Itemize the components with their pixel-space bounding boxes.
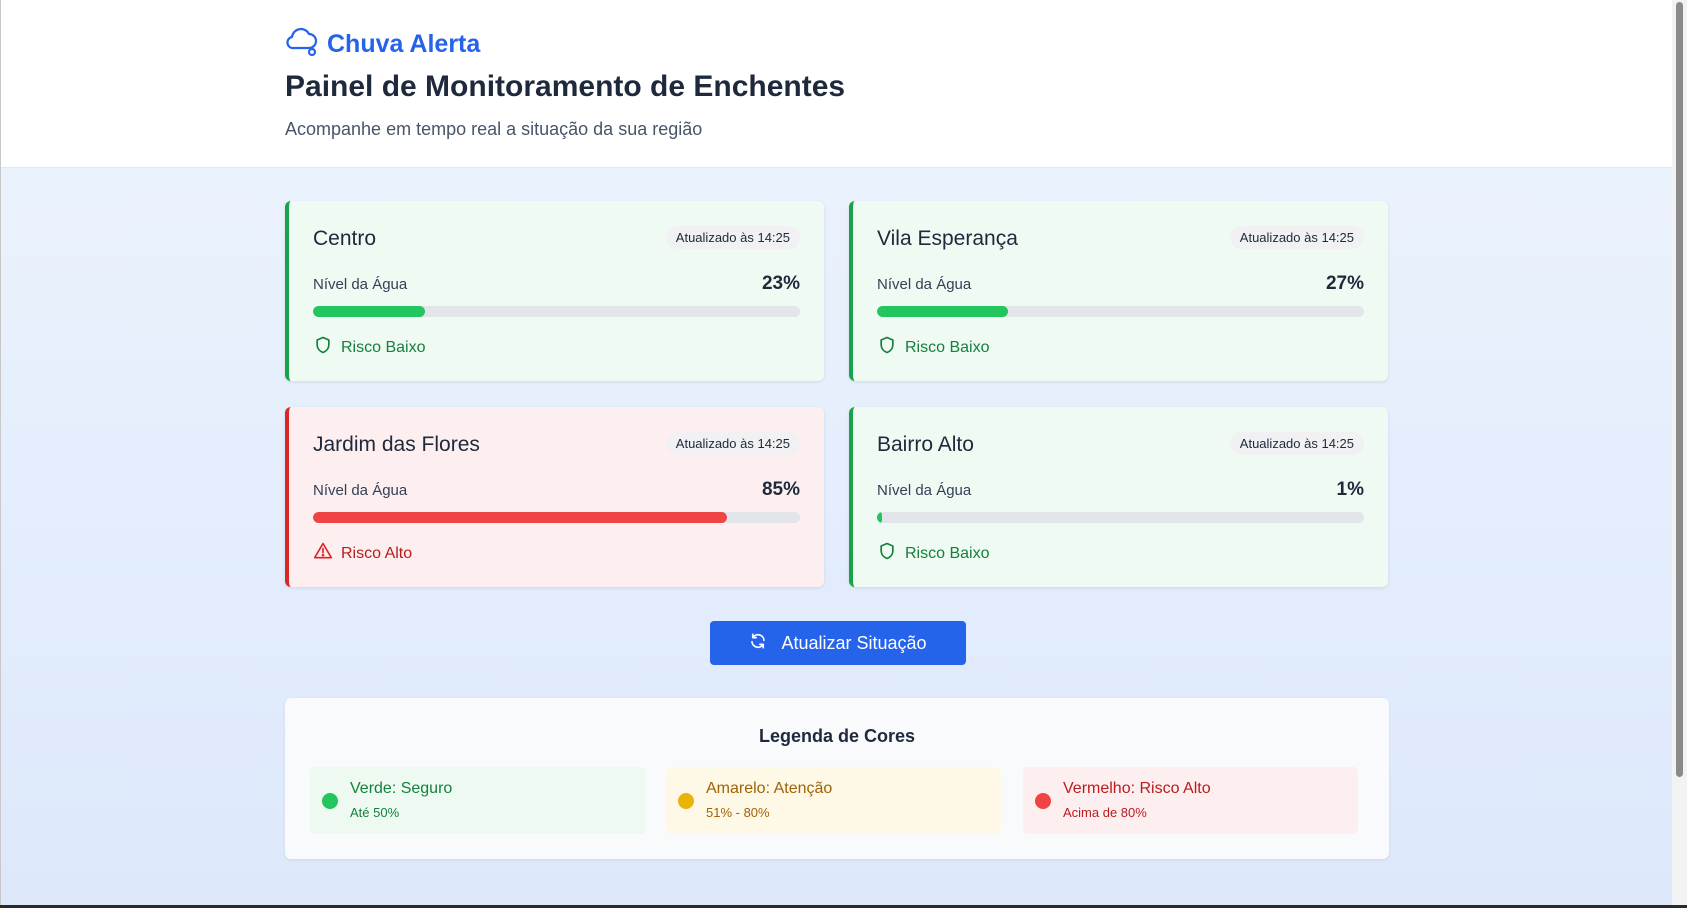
legend-item-range: Acima de 80% xyxy=(1063,805,1147,820)
risk-label: Risco Baixo xyxy=(905,338,990,356)
region-name: Jardim das Flores xyxy=(313,433,480,456)
updated-badge: Atualizado às 14:25 xyxy=(665,226,800,249)
risk-label: Risco Baixo xyxy=(905,544,990,562)
water-level-value: 85% xyxy=(761,479,800,500)
green-dot-icon xyxy=(322,793,338,809)
color-legend: Legenda de Cores Verde: Seguro Até 50% A… xyxy=(285,698,1389,859)
shield-icon xyxy=(877,335,897,360)
legend-item-name: Verde: Seguro xyxy=(350,780,453,797)
region-card-vila-esperanca: Vila Esperança Atualizado às 14:25 Nível… xyxy=(849,201,1388,381)
risk-status: Risco Alto xyxy=(313,541,412,566)
risk-label: Risco Baixo xyxy=(341,338,426,356)
region-name: Centro xyxy=(313,227,377,250)
region-card-centro: Centro Atualizado às 14:25 Nível da Água… xyxy=(285,201,824,381)
yellow-dot-icon xyxy=(678,793,694,809)
updated-badge: Atualizado às 14:25 xyxy=(665,432,800,455)
cloud-rain-icon xyxy=(285,24,319,65)
updated-badge: Atualizado às 14:25 xyxy=(1229,432,1364,455)
warning-triangle-icon xyxy=(313,541,333,566)
brand-name: Chuva Alerta xyxy=(327,30,481,58)
region-card-bairro-alto: Bairro Alto Atualizado às 14:25 Nível da… xyxy=(849,407,1388,587)
shield-icon xyxy=(877,541,897,566)
legend-item-red: Vermelho: Risco Alto Acima de 80% xyxy=(1023,767,1358,834)
page-title: Painel de Monitoramento de Enchentes xyxy=(285,70,846,103)
update-status-button[interactable]: Atualizar Situação xyxy=(710,621,966,665)
water-level-bar xyxy=(877,512,1364,523)
vertical-scrollbar[interactable] xyxy=(1672,0,1687,905)
legend-title: Legenda de Cores xyxy=(758,726,916,746)
water-level-fill xyxy=(877,306,1009,317)
update-status-label: Atualizar Situação xyxy=(781,632,927,653)
water-level-bar xyxy=(313,512,800,523)
page-subtitle: Acompanhe em tempo real a situação da su… xyxy=(285,119,703,139)
risk-label: Risco Alto xyxy=(341,544,413,562)
risk-status: Risco Baixo xyxy=(877,541,989,566)
red-dot-icon xyxy=(1035,793,1051,809)
legend-item-range: Até 50% xyxy=(350,805,400,820)
water-level-label: Nível da Água xyxy=(313,276,408,293)
risk-status: Risco Baixo xyxy=(877,335,989,360)
region-name: Vila Esperança xyxy=(877,227,1018,250)
app-viewport: Chuva Alerta Painel de Monitoramento de … xyxy=(0,0,1672,905)
region-name: Bairro Alto xyxy=(877,433,974,456)
page-header: Chuva Alerta Painel de Monitoramento de … xyxy=(1,0,1672,168)
water-level-value: 23% xyxy=(761,273,800,294)
water-level-fill xyxy=(877,512,882,523)
legend-item-range: 51% - 80% xyxy=(706,805,770,820)
water-level-fill xyxy=(313,306,425,317)
water-level-value: 1% xyxy=(1336,479,1364,500)
water-level-bar xyxy=(877,306,1364,317)
water-level-label: Nível da Água xyxy=(877,276,972,293)
risk-status: Risco Baixo xyxy=(313,335,425,360)
scrollbar-thumb[interactable] xyxy=(1676,2,1683,777)
brand[interactable]: Chuva Alerta xyxy=(285,24,480,65)
water-level-value: 27% xyxy=(1325,273,1364,294)
legend-item-yellow: Amarelo: Atenção 51% - 80% xyxy=(666,767,1001,834)
updated-badge: Atualizado às 14:25 xyxy=(1229,226,1364,249)
legend-item-green: Verde: Seguro Até 50% xyxy=(310,767,645,834)
shield-icon xyxy=(313,335,333,360)
water-level-label: Nível da Água xyxy=(313,482,408,499)
refresh-icon xyxy=(749,632,767,655)
region-card-jardim-das-flores: Jardim das Flores Atualizado às 14:25 Ní… xyxy=(285,407,824,587)
legend-item-name: Vermelho: Risco Alto xyxy=(1063,780,1211,797)
legend-item-name: Amarelo: Atenção xyxy=(706,780,833,797)
water-level-fill xyxy=(313,512,727,523)
water-level-label: Nível da Água xyxy=(877,482,972,499)
water-level-bar xyxy=(313,306,800,317)
